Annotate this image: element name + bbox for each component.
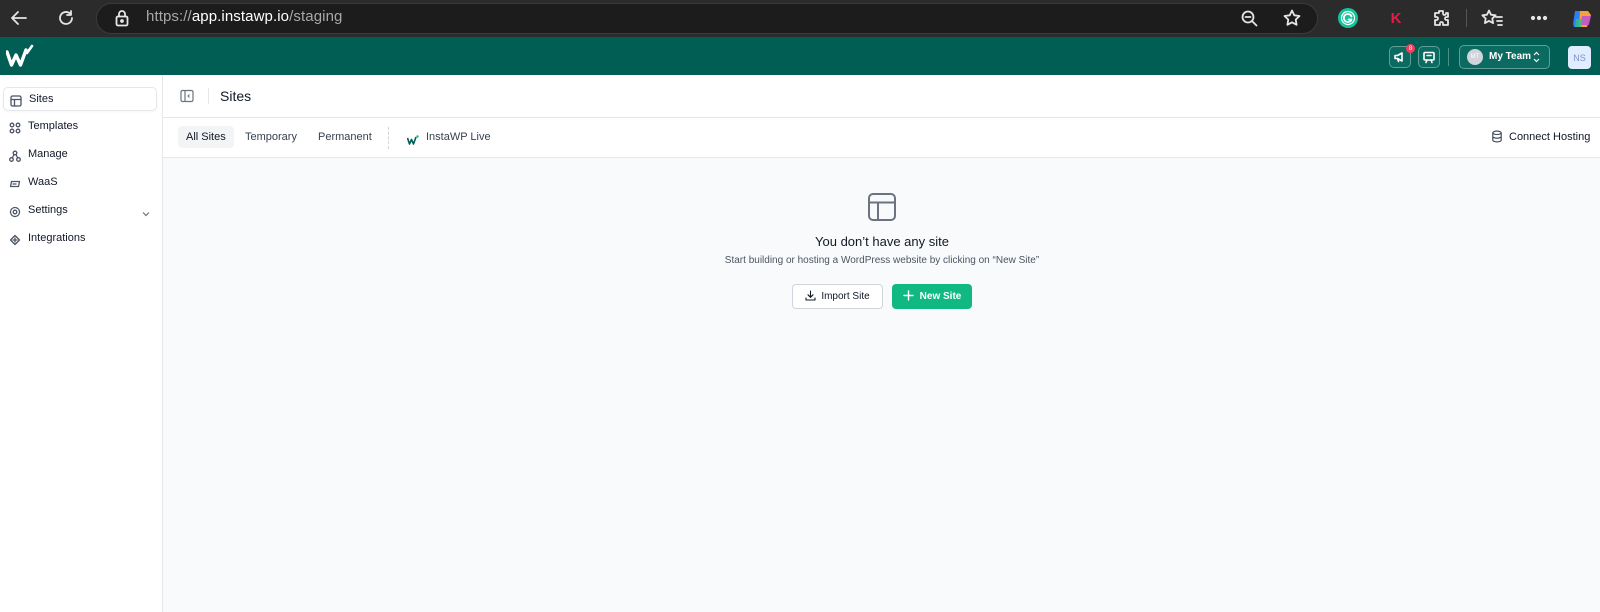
- toolbar-divider: [1466, 9, 1467, 27]
- tag-icon: [9, 177, 21, 189]
- tab-all-sites[interactable]: All Sites: [178, 126, 234, 148]
- tab-temporary[interactable]: Temporary: [237, 126, 305, 148]
- chevron-down-icon: [141, 206, 151, 224]
- zoom-out-icon[interactable]: [1240, 9, 1259, 28]
- gear-icon: [9, 205, 21, 218]
- megaphone-icon: [1394, 52, 1403, 63]
- chat-icon: [1423, 51, 1435, 64]
- copilot-icon[interactable]: [1570, 7, 1594, 31]
- k-extension-icon[interactable]: K: [1388, 7, 1404, 29]
- favorites-icon[interactable]: [1481, 8, 1503, 28]
- sidebar-item-manage[interactable]: Manage: [3, 143, 157, 167]
- plus-icon: [902, 289, 914, 304]
- page-header: [163, 75, 1600, 117]
- sidebar-item-sites[interactable]: Sites: [3, 87, 157, 111]
- import-site-button[interactable]: Import Site: [792, 284, 883, 309]
- support-button[interactable]: [1418, 46, 1440, 68]
- header-divider: [1448, 48, 1449, 66]
- star-icon[interactable]: [1282, 8, 1302, 28]
- nodes-icon: [9, 149, 21, 162]
- layout-icon: [10, 94, 22, 107]
- url-scheme: https://: [146, 8, 192, 25]
- tabs-divider: [388, 127, 389, 149]
- layout-icon: [867, 192, 897, 227]
- refresh-icon[interactable]: [56, 8, 76, 28]
- download-icon: [805, 289, 816, 304]
- url-text[interactable]: https://app.instawp.io/staging: [146, 8, 342, 25]
- new-site-label: New Site: [919, 291, 962, 302]
- page-title: Sites: [220, 88, 252, 104]
- lock-icon[interactable]: [114, 9, 130, 27]
- sidebar-item-templates[interactable]: Templates: [3, 115, 157, 139]
- more-icon[interactable]: [1529, 8, 1549, 28]
- sidebar-item-label: WaaS: [28, 176, 58, 188]
- app-header: [0, 37, 1600, 75]
- tab-instawp-live[interactable]: InstaWP Live: [418, 126, 499, 148]
- user-avatar[interactable]: NS: [1568, 46, 1591, 69]
- url-host: app.instawp.io: [191, 8, 290, 25]
- sidebar-item-label: Sites: [29, 93, 54, 105]
- instawp-logo[interactable]: [5, 44, 34, 68]
- empty-state-subtitle: Start building or hosting a WordPress we…: [724, 255, 1040, 266]
- team-avatar: MT: [1467, 49, 1483, 65]
- back-arrow-icon[interactable]: [9, 8, 29, 28]
- grid-icon: [9, 121, 21, 134]
- new-site-button[interactable]: New Site: [892, 284, 972, 309]
- sidebar-item-settings[interactable]: Settings: [3, 199, 157, 223]
- chevron-up-down-icon: [1532, 50, 1541, 69]
- url-path: /staging: [289, 8, 343, 25]
- empty-state-title: You don’t have any site: [815, 234, 949, 249]
- database-icon: [1491, 130, 1503, 148]
- grammarly-icon[interactable]: [1338, 8, 1358, 28]
- import-site-label: Import Site: [821, 291, 870, 302]
- sidebar-item-label: Manage: [28, 148, 68, 160]
- connect-hosting-link[interactable]: Connect Hosting: [1509, 131, 1590, 143]
- sidebar-toggle-icon[interactable]: [180, 89, 194, 108]
- sidebar-item-waas[interactable]: WaaS: [3, 171, 157, 195]
- tab-permanent[interactable]: Permanent: [310, 126, 380, 148]
- title-divider: [208, 88, 209, 104]
- sidebar-item-label: Settings: [28, 204, 68, 216]
- sidebar-item-label: Templates: [28, 120, 79, 132]
- team-name: My Team: [1489, 51, 1532, 62]
- notification-badge: 8: [1406, 44, 1415, 53]
- extensions-icon[interactable]: [1431, 8, 1451, 28]
